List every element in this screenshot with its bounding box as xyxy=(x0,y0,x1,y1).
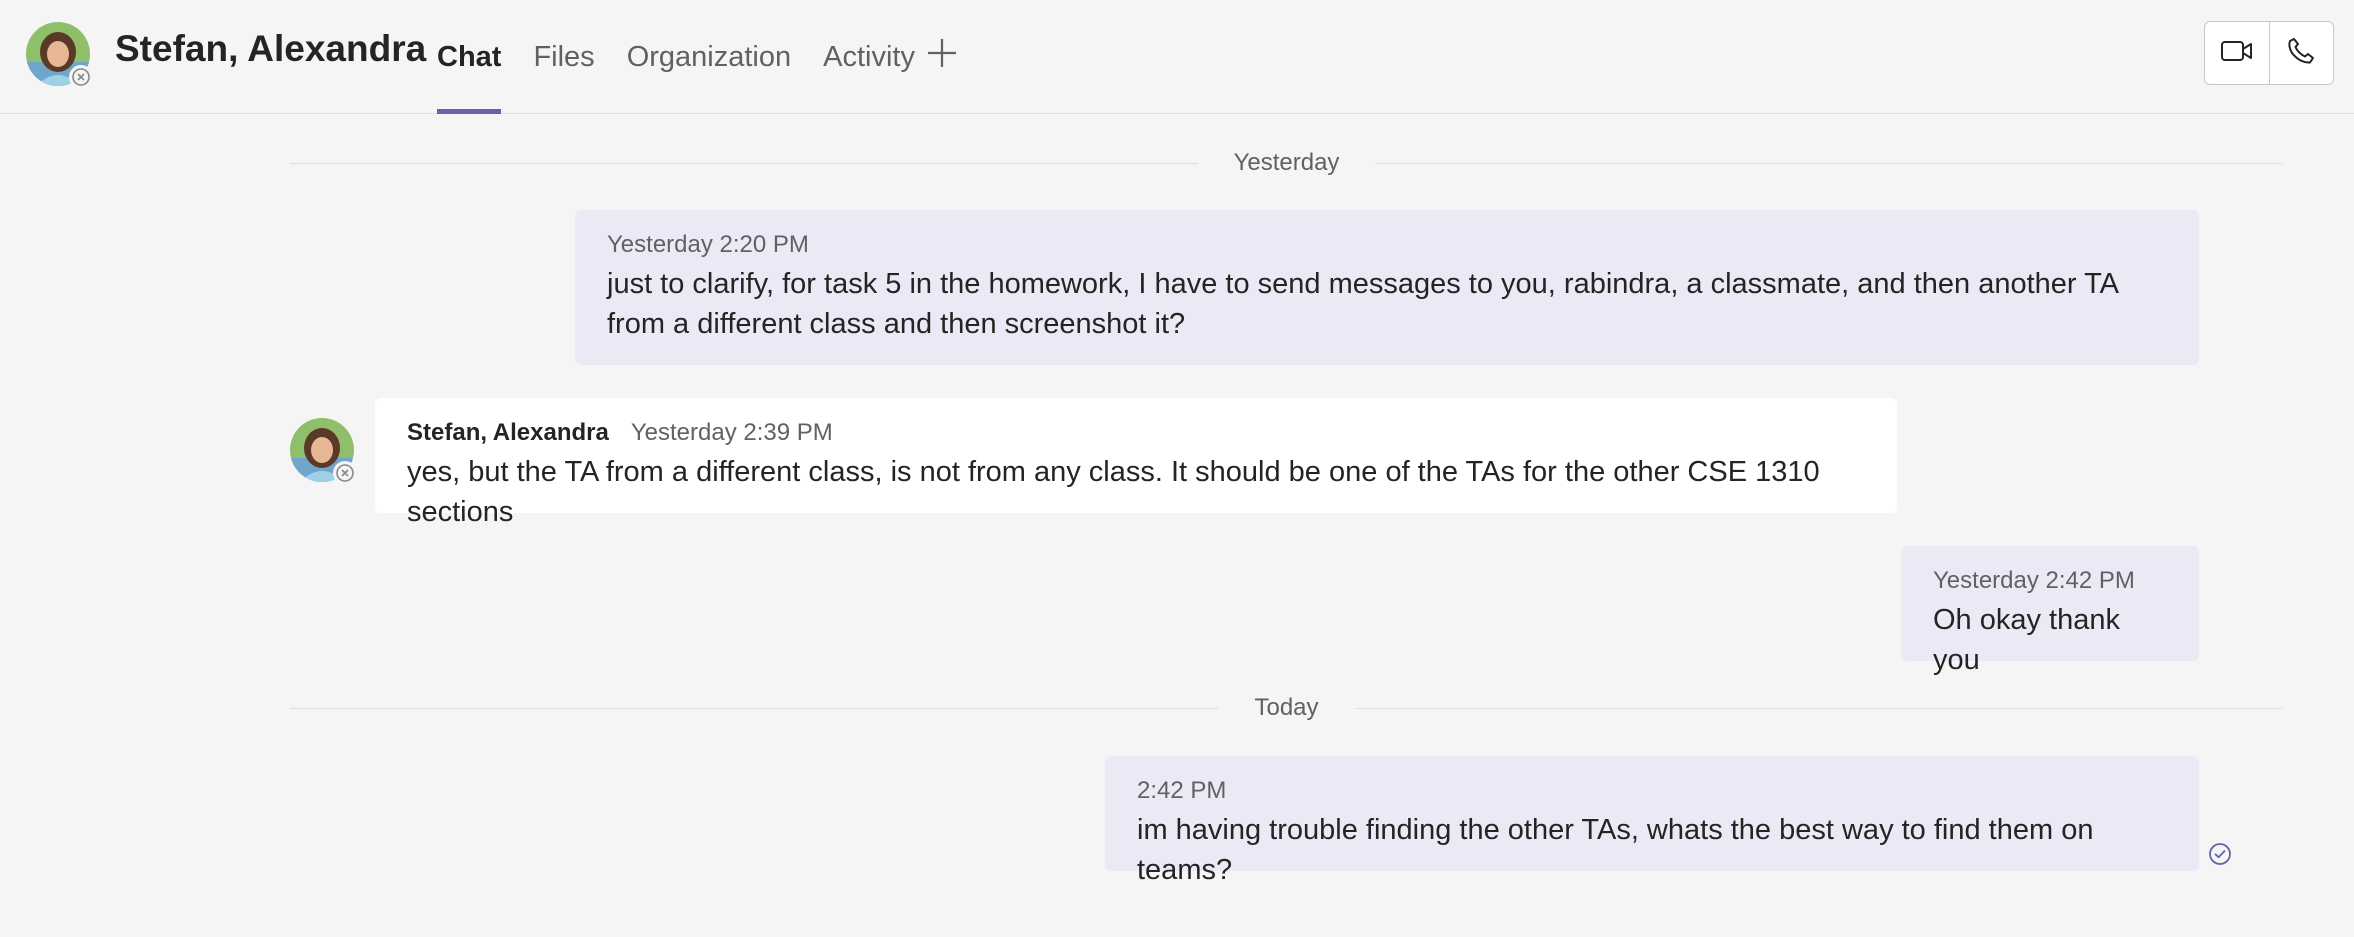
presence-offline-icon xyxy=(69,65,93,89)
message-text: im having trouble finding the other TAs,… xyxy=(1137,814,2094,886)
message-timestamp: Yesterday 2:42 PM xyxy=(1933,567,2135,594)
message-bubble-sent[interactable]: 2:42 PM im having trouble finding the ot… xyxy=(1105,756,2199,886)
tab-activity[interactable]: Activity xyxy=(823,0,915,114)
message-author: Stefan, Alexandra xyxy=(407,419,609,446)
date-divider: Today xyxy=(290,688,2284,728)
message-bubble-received[interactable]: Stefan, Alexandra Yesterday 2:39 PM yes, … xyxy=(375,398,1897,528)
call-button-group xyxy=(2204,21,2334,85)
date-divider-label: Today xyxy=(1254,694,1319,721)
audio-call-button[interactable] xyxy=(2268,22,2334,84)
message-timestamp: Yesterday 2:20 PM xyxy=(607,231,809,258)
message-timestamp: Yesterday 2:39 PM xyxy=(630,419,833,446)
message-timestamp: 2:42 PM xyxy=(1137,777,1227,804)
plus-icon[interactable] xyxy=(925,36,959,70)
page-title: Stefan, Alexandra xyxy=(115,28,427,69)
date-divider-label: Yesterday xyxy=(1233,149,1340,176)
video-camera-icon xyxy=(2220,38,2254,69)
phone-icon xyxy=(2286,36,2316,71)
message-list[interactable]: Yesterday Yesterday 2:20 PM just to clar… xyxy=(0,115,2354,937)
chat-header: Stefan, Alexandra Chat Files Organizatio… xyxy=(0,0,2354,114)
check-circle-icon xyxy=(2208,842,2232,866)
presence-offline-icon xyxy=(333,461,357,485)
tab-files[interactable]: Files xyxy=(533,0,594,114)
tab-organization[interactable]: Organization xyxy=(627,0,791,114)
tab-bar: Chat Files Organization Activity xyxy=(437,0,947,114)
message-text: yes, but the TA from a different class, … xyxy=(407,456,1820,528)
message-text: Oh okay thank you xyxy=(1933,604,2120,676)
sender-avatar[interactable] xyxy=(290,418,357,485)
message-bubble-sent[interactable]: Yesterday 2:42 PM Oh okay thank you xyxy=(1901,546,2199,676)
tab-chat[interactable]: Chat xyxy=(437,0,502,114)
message-text: just to clarify, for task 5 in the homew… xyxy=(607,268,2118,340)
contact-avatar[interactable] xyxy=(26,22,93,89)
video-call-button[interactable] xyxy=(2205,22,2269,84)
date-divider: Yesterday xyxy=(290,143,2284,183)
message-bubble-sent[interactable]: Yesterday 2:20 PM just to clarify, for t… xyxy=(575,210,2199,365)
